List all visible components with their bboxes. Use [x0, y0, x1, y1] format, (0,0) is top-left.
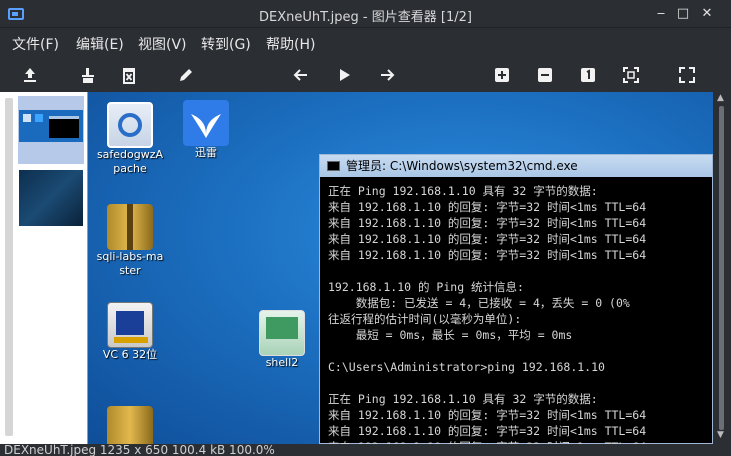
actual-size-icon[interactable] [577, 64, 599, 86]
upload-icon[interactable] [19, 64, 41, 86]
cmd-output: 正在 Ping 192.168.1.10 具有 32 字节的数据: 来自 192.… [320, 177, 712, 444]
fullscreen-icon[interactable] [676, 64, 698, 86]
zoom-out-icon[interactable] [534, 64, 556, 86]
scroll-up-icon[interactable]: ▲ [717, 93, 724, 103]
status-text: DEXneUhT.jpeg 1235 x 650 100.4 kB 100.0% [4, 444, 275, 456]
cmd-line: 最短 = 0ms，最长 = 0ms，平均 = 0ms [328, 328, 573, 342]
zoom-in-icon[interactable] [491, 64, 513, 86]
desktop-icon-sqli-labs: sqli-labs-ma ster [88, 204, 172, 278]
cmd-line: 数据包: 已发送 = 4，已接收 = 4，丢失 = 0 (0% [328, 296, 630, 310]
menu-help[interactable]: 帮助(H) [266, 34, 315, 54]
image-viewer[interactable]: safedogwzA pache 迅雷 sqli-labs-ma ster VC… [88, 92, 713, 444]
desktop-icon-safedog: safedogwzA pache [88, 102, 172, 176]
forward-arrow-icon[interactable] [376, 64, 398, 86]
cmd-line: 正在 Ping 192.168.1.10 具有 32 字节的数据: [328, 184, 598, 198]
cmd-line: 往返行程的估计时间(以毫秒为单位): [328, 312, 522, 326]
shell2-icon [259, 310, 305, 356]
safedog-icon [107, 102, 153, 148]
desktop-icon-label: VC 6 32位 [102, 348, 158, 361]
thumbnail-2[interactable] [18, 168, 84, 230]
desktop-icon-label: sqli-labs-ma ster [96, 250, 164, 277]
thumbnail-scrollbar[interactable] [5, 98, 13, 436]
desktop-icon-shell2: shell2 [240, 310, 324, 370]
cmd-line [328, 375, 712, 391]
fit-icon[interactable] [620, 64, 642, 86]
maximize-button[interactable]: □ [674, 5, 692, 23]
menu-goto[interactable]: 转到(G) [201, 34, 251, 54]
thumbnail-pane [0, 92, 88, 444]
close-button[interactable]: ✕ [698, 5, 716, 23]
menu-view[interactable]: 视图(V) [138, 34, 187, 54]
archive-icon [107, 406, 153, 444]
cmd-line: 来自 192.168.1.10 的回复: 字节=32 时间<1ms TTL=64 [328, 216, 647, 230]
menu-file[interactable]: 文件(F) [12, 34, 59, 54]
cmd-window: 管理员: C:\Windows\system32\cmd.exe 正在 Ping… [319, 154, 713, 444]
cmd-line: 正在 Ping 192.168.1.10 具有 32 字节的数据: [328, 392, 598, 406]
desktop-icon-vc6: VC 6 32位 [88, 302, 172, 362]
cmd-line: 来自 192.168.1.10 的回复: 字节=32 时间<1ms TTL=64 [328, 200, 647, 214]
back-arrow-icon[interactable] [290, 64, 312, 86]
desktop-icon-archive [88, 406, 172, 444]
cmd-line: 来自 192.168.1.10 的回复: 字节=32 时间<1ms TTL=64 [328, 232, 647, 246]
viewer-scrollbar[interactable]: ▲ ▼ [713, 92, 731, 444]
cmd-line: 192.168.1.10 的 Ping 统计信息: [328, 280, 524, 294]
cmd-title: 管理员: C:\Windows\system32\cmd.exe [346, 159, 578, 173]
desktop-icon-xunlei: 迅雷 [164, 100, 248, 160]
cmd-icon [327, 161, 340, 171]
delete-file-icon[interactable] [77, 64, 99, 86]
cmd-line: 来自 192.168.1.10 的回复: 字节=32 时间<1ms TTL=64 [328, 424, 647, 438]
scrollbar-thumb[interactable] [719, 106, 724, 430]
minimize-button[interactable]: ‒ [652, 5, 670, 23]
thumbnail-image [19, 110, 83, 142]
menu-bar: 文件(F) 编辑(E) 视图(V) 转到(G) 帮助(H) [0, 28, 731, 58]
thumbnail-1[interactable] [18, 96, 84, 164]
cmd-line: 来自 192.168.1.10 的回复: 字节=32 时间<1ms TTL=64 [328, 408, 647, 422]
trash-icon[interactable] [118, 64, 140, 86]
cmd-line: 来自 192.168.1.10 的回复: 字节=32 时间<1ms TTL=64 [328, 248, 647, 262]
toolbar [0, 58, 731, 92]
cmd-line [328, 343, 712, 359]
archive-icon [107, 204, 153, 250]
play-icon[interactable] [333, 64, 355, 86]
desktop-icon-label: shell2 [265, 356, 299, 369]
desktop-icon-label: 迅雷 [195, 146, 217, 159]
vc6-icon [107, 302, 153, 348]
xunlei-icon [183, 100, 229, 146]
scroll-down-icon[interactable]: ▼ [717, 430, 724, 440]
desktop-icon-label: safedogwzA pache [96, 148, 164, 175]
cmd-line: C:\Users\Administrator>ping 192.168.1.10 [328, 360, 605, 374]
title-bar: DEXneUhT.jpeg - 图片查看器 [1/2] ‒ □ ✕ [0, 0, 731, 28]
window-title: DEXneUhT.jpeg - 图片查看器 [1/2] [259, 10, 472, 25]
status-bar: DEXneUhT.jpeg 1235 x 650 100.4 kB 100.0% [0, 444, 731, 456]
menu-edit[interactable]: 编辑(E) [76, 34, 124, 54]
cmd-title-bar: 管理员: C:\Windows\system32\cmd.exe [320, 155, 712, 177]
cmd-line [328, 263, 712, 279]
thumbnail-image [19, 170, 83, 226]
edit-icon[interactable] [175, 64, 197, 86]
